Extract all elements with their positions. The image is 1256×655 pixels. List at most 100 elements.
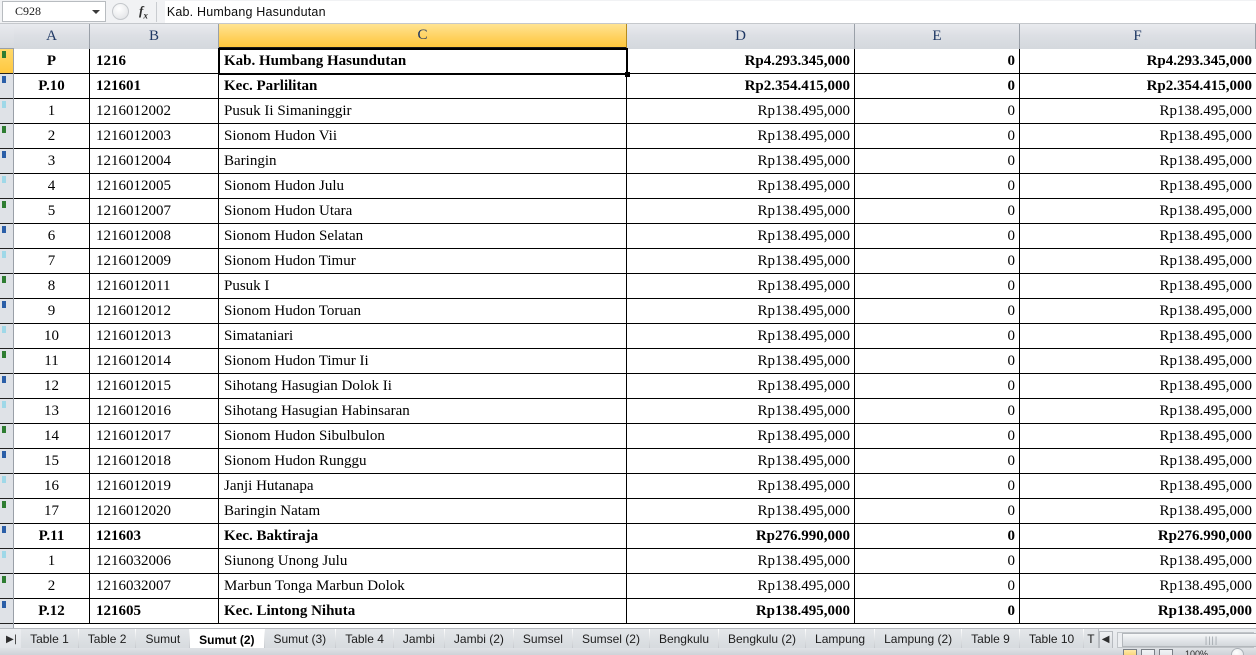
cell-d3[interactable]: Rp138.495,000 [627,224,855,248]
cell-a0[interactable]: 2 [14,574,90,598]
sheet-tab-bengkulu[interactable]: Bengkulu [649,629,720,649]
table-row[interactable]: P 1216 Kab. Humbang Hasundutan Rp4.293.345,… [14,49,1256,74]
cancel-icon[interactable] [112,3,129,20]
cell-f5[interactable]: Rp138.495,000 [1020,299,1256,323]
cell-e4[interactable]: 0 [855,399,1020,423]
cell-b1[interactable]: 1216012018 [90,449,219,473]
cell-area[interactable]: P 1216 Kab. Humbang Hasundutan Rp4.293.345,… [14,49,1256,628]
row-header[interactable] [0,474,13,499]
cell-e4[interactable]: 0 [855,499,1020,523]
cell-f5[interactable]: Rp138.495,000 [1020,224,1256,248]
table-row[interactable]: 17 1216012020 Baringin Natam Rp138.495,000 0… [14,499,1256,524]
row-header[interactable] [0,374,13,399]
cell-c2[interactable]: Sionom Hudon Toruan [219,299,627,323]
cell-a0[interactable]: 8 [14,274,90,298]
view-normal-icon[interactable] [1123,649,1137,655]
cell-b1[interactable]: 121601 [90,74,219,98]
table-row[interactable]: P.11 121603 Kec. Baktiraja Rp276.990,000 0 Rp… [14,524,1256,549]
cell-f5[interactable]: Rp138.495,000 [1020,424,1256,448]
cell-b1[interactable]: 1216012020 [90,499,219,523]
cell-a0[interactable]: 4 [14,174,90,198]
chevron-down-icon[interactable] [92,9,100,14]
table-row[interactable]: 16 1216012019 Janji Hutanapa Rp138.495,000 0… [14,474,1256,499]
cell-f5[interactable]: Rp138.495,000 [1020,99,1256,123]
insert-function-icon[interactable]: fx [139,3,148,21]
cell-a0[interactable]: P.11 [14,524,90,548]
table-row[interactable]: 9 1216012012 Sionom Hudon Toruan Rp138.495,… [14,299,1256,324]
table-row[interactable]: 13 1216012016 Sihotang Hasugian Habinsaran… [14,399,1256,424]
cell-d3[interactable]: Rp138.495,000 [627,549,855,573]
cell-f5[interactable]: Rp138.495,000 [1020,124,1256,148]
cell-a0[interactable]: 6 [14,224,90,248]
row-header[interactable] [0,524,13,549]
view-page-layout-icon[interactable] [1141,649,1155,655]
table-row[interactable]: 5 1216012007 Sionom Hudon Utara Rp138.495,0… [14,199,1256,224]
cell-d3[interactable]: Rp138.495,000 [627,274,855,298]
cell-c2[interactable]: Kec. Parlilitan [219,74,627,98]
cell-c2[interactable]: Sionom Hudon Vii [219,124,627,148]
cell-d3[interactable]: Rp138.495,000 [627,124,855,148]
horizontal-scrollbar[interactable]: |||| [1116,632,1256,648]
table-row[interactable]: 12 1216012015 Sihotang Hasugian Dolok Ii Rp… [14,374,1256,399]
table-row[interactable]: 3 1216012004 Baringin Rp138.495,000 0 Rp138.4… [14,149,1256,174]
cell-e4[interactable]: 0 [855,299,1020,323]
cell-a0[interactable]: 15 [14,449,90,473]
cell-c2[interactable]: Sionom Hudon Selatan [219,224,627,248]
cell-a0[interactable]: 7 [14,249,90,273]
cell-b1[interactable]: 1216012007 [90,199,219,223]
cell-e4[interactable]: 0 [855,149,1020,173]
cell-a0[interactable]: P [14,49,90,73]
cell-a0[interactable]: 17 [14,499,90,523]
cell-f5[interactable]: Rp138.495,000 [1020,199,1256,223]
sheet-tab-sumsel-2[interactable]: Sumsel (2) [572,629,650,649]
column-header-f[interactable]: F [1020,24,1256,49]
cell-d3[interactable]: Rp138.495,000 [627,349,855,373]
sheet-tab-lampung[interactable]: Lampung [806,629,876,649]
cell-d3[interactable]: Rp4.293.345,000 [627,49,855,73]
cell-a0[interactable]: 13 [14,399,90,423]
cell-b1[interactable]: 1216012012 [90,299,219,323]
sheet-tab-jambi-2[interactable]: Jambi (2) [444,629,514,649]
cell-a0[interactable]: 14 [14,424,90,448]
cell-d3[interactable]: Rp138.495,000 [627,324,855,348]
cell-f5[interactable]: Rp2.354.415,000 [1020,74,1256,98]
cell-c2[interactable]: Pusuk I [219,274,627,298]
cell-b1[interactable]: 1216012002 [90,99,219,123]
cell-c2[interactable]: Simataniari [219,324,627,348]
cell-d3[interactable]: Rp2.354.415,000 [627,74,855,98]
cell-c2[interactable]: Janji Hutanapa [219,474,627,498]
cell-e4[interactable]: 0 [855,124,1020,148]
table-row[interactable]: 2 1216032007 Marbun Tonga Marbun Dolok Rp13… [14,574,1256,599]
cell-e4[interactable]: 0 [855,349,1020,373]
column-header-a[interactable]: A [14,24,90,49]
cell-c2[interactable]: Sionom Hudon Timur Ii [219,349,627,373]
row-header[interactable] [0,349,13,374]
cell-c2[interactable]: Sihotang Hasugian Dolok Ii [219,374,627,398]
cell-a0[interactable]: P.10 [14,74,90,98]
cell-e4[interactable]: 0 [855,49,1020,73]
cell-f5[interactable]: Rp138.495,000 [1020,499,1256,523]
column-header-c[interactable]: C [219,24,627,49]
cell-d3[interactable]: Rp138.495,000 [627,399,855,423]
row-header[interactable] [0,599,13,624]
cell-c2[interactable]: Sihotang Hasugian Habinsaran [219,399,627,423]
cell-d3[interactable]: Rp138.495,000 [627,149,855,173]
row-header[interactable] [0,324,13,349]
row-header[interactable] [0,499,13,524]
cell-a0[interactable]: 1 [14,99,90,123]
row-header[interactable] [0,424,13,449]
horizontal-scrollbar-thumb[interactable]: |||| [1121,633,1256,647]
sheet-tab-lampung-2[interactable]: Lampung (2) [875,629,963,649]
tab-scroll-left-button[interactable]: ◀ [1098,631,1113,649]
cell-b1[interactable]: 1216012008 [90,224,219,248]
cell-f5[interactable]: Rp276.990,000 [1020,524,1256,548]
spreadsheet-grid[interactable]: ABCDEF P 1216 Kab. Humbang Hasundutan Rp4.2… [0,24,1256,628]
cell-c2[interactable]: Marbun Tonga Marbun Dolok [219,574,627,598]
cell-c2[interactable]: Sionom Hudon Timur [219,249,627,273]
table-row[interactable]: 2 1216012003 Sionom Hudon Vii Rp138.495,000… [14,124,1256,149]
cell-c2[interactable]: Baringin [219,149,627,173]
row-header[interactable] [0,274,13,299]
cell-f5[interactable]: Rp138.495,000 [1020,474,1256,498]
cell-c2[interactable]: Sionom Hudon Sibulbulon [219,424,627,448]
cell-f5[interactable]: Rp138.495,000 [1020,374,1256,398]
